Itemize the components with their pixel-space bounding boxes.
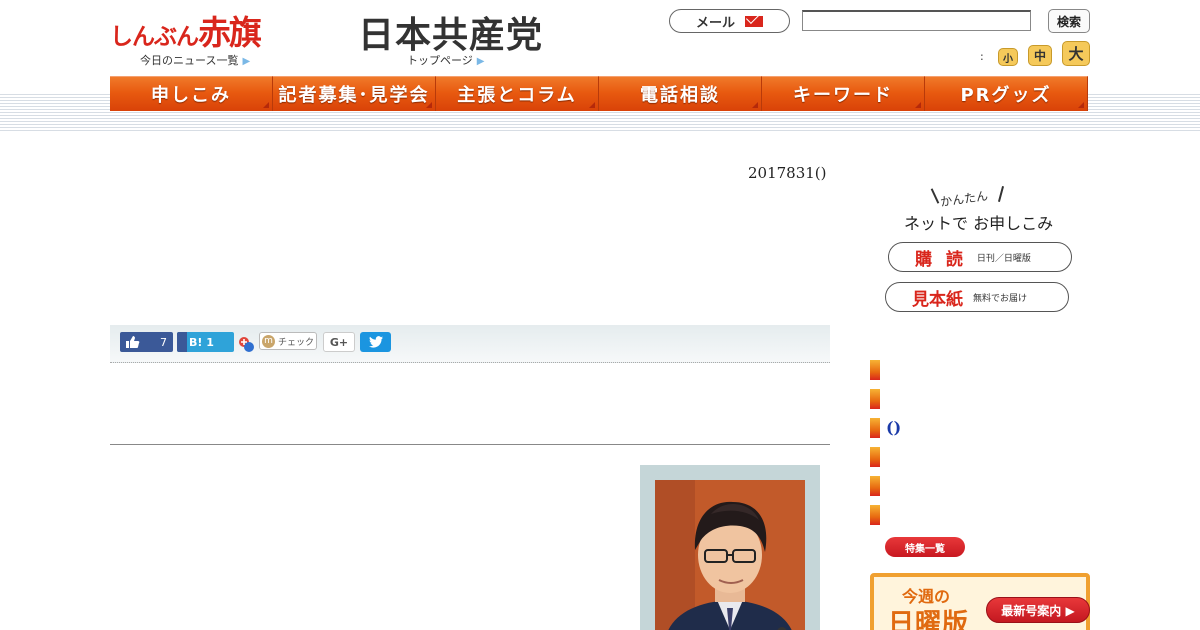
- article-date: 2017831(): [748, 164, 827, 182]
- sidebar-list-text: (): [886, 418, 902, 437]
- features-list-button[interactable]: 特集一覧: [885, 537, 965, 557]
- sidebar-list-item[interactable]: (): [870, 418, 1070, 438]
- nav-item-recruit[interactable]: 記者募集･見学会: [273, 76, 436, 111]
- bullet-marker: [870, 447, 880, 467]
- portrait-illustration: [655, 480, 805, 630]
- plus-circle-icon[interactable]: [237, 335, 255, 353]
- sidebar-list-item[interactable]: [870, 505, 1070, 525]
- like-count: 7: [160, 335, 167, 349]
- facebook-like-button[interactable]: 7: [120, 332, 173, 352]
- net-signup-heading: かんたん ネットで お申しこみ: [900, 186, 1060, 236]
- nav-item-pr-goods[interactable]: PRグッズ: [925, 76, 1088, 111]
- top-page-link[interactable]: トップページ ▶: [407, 52, 484, 68]
- font-size-medium-button[interactable]: 中: [1028, 45, 1052, 66]
- sidebar-list-item[interactable]: [870, 360, 1070, 380]
- nav-item-keywords[interactable]: キーワード: [762, 76, 925, 111]
- bullet-marker: [870, 418, 880, 438]
- latest-issue-button[interactable]: 最新号案内 ▶: [986, 597, 1090, 623]
- hatena-count: 1: [206, 335, 214, 349]
- font-size-label: :: [980, 50, 984, 63]
- mixi-check-button[interactable]: m チェック: [259, 332, 317, 350]
- font-size-small-button[interactable]: 小: [998, 48, 1018, 66]
- sidebar-list-item[interactable]: [870, 447, 1070, 467]
- search-input[interactable]: [802, 10, 1031, 31]
- page: しんぶん赤旗 今日のニュース一覧 ▶ 日本共産党 トップページ ▶ メール 検索 :…: [0, 0, 1200, 630]
- article-divider: [110, 444, 830, 445]
- today-news-link[interactable]: 今日のニュース一覧 ▶: [140, 52, 250, 68]
- mixi-label: チェック: [277, 337, 314, 348]
- share-bar: 7 B! 1 m チェック G+: [110, 325, 830, 363]
- nav-item-phone-consult[interactable]: 電話相談: [599, 76, 762, 111]
- nav-item-apply[interactable]: 申しこみ: [110, 76, 273, 111]
- envelope-icon: [745, 15, 763, 27]
- subscribe-label: 購 読: [915, 249, 967, 270]
- sunday-title: 日曜版: [888, 609, 970, 630]
- akahata-logo-big: 赤旗: [198, 13, 262, 52]
- twitter-button[interactable]: [360, 332, 391, 352]
- hatena-label: B!: [189, 335, 203, 349]
- decor-slash: [930, 188, 940, 204]
- today-news-label: 今日のニュース一覧: [140, 54, 239, 67]
- sunday-edition-banner[interactable]: 今週の 日曜版 最新号案内 ▶: [870, 573, 1090, 630]
- subscribe-sublabel: 日刊／日曜版: [976, 253, 1031, 264]
- bullet-marker: [870, 505, 880, 525]
- akahata-logo-small: しんぶん: [110, 24, 199, 50]
- twitter-bird-icon: [368, 336, 383, 348]
- akahata-logo[interactable]: しんぶん赤旗: [110, 6, 262, 54]
- sample-sublabel: 無料でお届け: [973, 293, 1028, 304]
- nav-item-editorials[interactable]: 主張とコラム: [436, 76, 599, 111]
- sidebar-list-item[interactable]: [870, 476, 1070, 496]
- top-page-label: トップページ: [407, 54, 473, 67]
- sample-paper-button[interactable]: 見本紙 無料でお届け: [885, 282, 1069, 312]
- sidebar-list-item[interactable]: [870, 389, 1070, 409]
- mail-label: メール: [695, 15, 735, 31]
- jcp-logo[interactable]: 日本共産党: [358, 6, 543, 58]
- bullet-marker: [870, 360, 880, 380]
- net-signup-label: ネットで お申しこみ: [904, 214, 1054, 233]
- decor-slash: [997, 186, 1005, 202]
- search-button[interactable]: 検索: [1048, 9, 1090, 33]
- hatena-bookmark-button[interactable]: B! 1: [177, 332, 234, 352]
- bullet-marker: [870, 476, 880, 496]
- mixi-icon: m: [261, 334, 275, 348]
- thumbs-up-icon: [126, 336, 140, 348]
- subscribe-button[interactable]: 購 読 日刊／日曜版: [888, 242, 1072, 272]
- arrow-right-icon: ▶: [476, 56, 485, 67]
- main-nav: 申しこみ 記者募集･見学会 主張とコラム 電話相談 キーワード PRグッズ: [110, 76, 1088, 111]
- article-photo-frame: [640, 465, 820, 630]
- arrow-right-icon: ▶: [242, 56, 251, 67]
- google-plus-button[interactable]: G+: [323, 332, 355, 352]
- mail-button[interactable]: メール: [669, 9, 790, 33]
- bullet-marker: [870, 389, 880, 409]
- font-size-large-button[interactable]: 大: [1062, 41, 1090, 66]
- sample-label: 見本紙: [912, 289, 963, 310]
- article-photo: [655, 480, 805, 630]
- kantan-label: かんたん: [939, 188, 989, 210]
